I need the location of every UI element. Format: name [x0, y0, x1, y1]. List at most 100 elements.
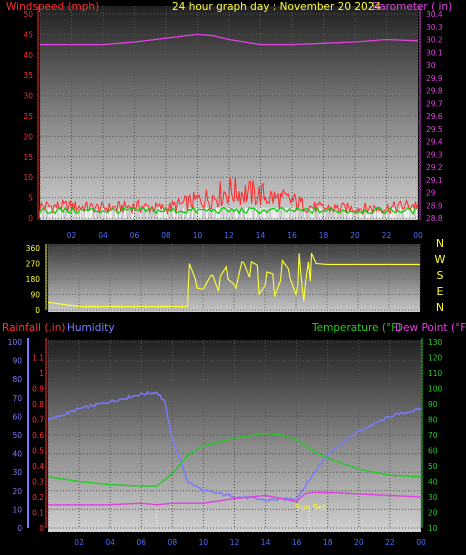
climate-x-tick: 10: [199, 538, 209, 547]
temperature-y-tick: 70: [428, 431, 438, 440]
weather-graph: Windspeed (mph) 24 hour graph day : Nove…: [2, 1, 466, 547]
rainfall-y-tick: 0.7: [32, 416, 44, 425]
compass-label: E: [437, 285, 444, 298]
wind-x-tick: 22: [382, 231, 392, 240]
wind-y-tick: 45: [23, 30, 33, 39]
wind-x-tick: 06: [130, 231, 140, 240]
barometer-y-tick: 29.2: [426, 163, 443, 172]
wind-y-tick: 35: [23, 71, 33, 80]
wind-y-tick: 25: [23, 112, 33, 121]
wind-y-tick: 10: [23, 173, 33, 182]
wind-x-tick: 08: [161, 231, 171, 240]
wind-x-tick: 14: [256, 231, 266, 240]
barometer-y-tick: 30.4: [426, 10, 443, 19]
temperature-y-tick: 100: [428, 385, 443, 394]
barometer-y-tick: 29.5: [426, 125, 443, 134]
wind-x-tick: 12: [224, 231, 234, 240]
humidity-y-tick: 0: [17, 524, 22, 533]
barometer-y-tick: 29.1: [426, 176, 443, 185]
wind-x-tick: 20: [350, 231, 360, 240]
compass-label: N: [436, 301, 444, 314]
rainfall-y-tick: 0.1: [32, 509, 44, 518]
humidity-y-tick: 90: [12, 357, 22, 366]
temperature-y-tick: 60: [428, 447, 438, 456]
humidity-y-tick: 80: [12, 375, 22, 384]
temperature-label: Temperature (°F): [311, 322, 401, 334]
temperature-y-tick: 50: [428, 462, 438, 471]
rainfall-y-tick: 1.1: [32, 354, 44, 363]
temperature-y-tick: 20: [428, 509, 438, 518]
compass-label: S: [437, 269, 444, 282]
barometer-y-tick: 29.7: [426, 99, 443, 108]
humidity-y-tick: 60: [12, 412, 22, 421]
direction-y-tick: 180: [26, 275, 41, 284]
compass-label: W: [435, 253, 446, 266]
temperature-y-tick: 110: [428, 369, 443, 378]
rainfall-y-tick: 0.2: [32, 493, 44, 502]
wind-x-tick: 04: [98, 231, 108, 240]
barometer-y-tick: 30.2: [426, 36, 443, 45]
barometer-y-tick: 29.3: [426, 150, 443, 159]
barometer-y-tick: 28.8: [426, 214, 443, 223]
humidity-y-tick: 20: [12, 487, 22, 496]
barometer-y-tick: 29.4: [426, 138, 443, 147]
barometer-y-tick: 29.9: [426, 74, 443, 83]
climate-x-tick: 14: [261, 538, 271, 547]
sunset-annotation: Sun Set: [295, 503, 326, 512]
wind-y-tick: 50: [23, 10, 33, 19]
dewpoint-label: Dew Point (°F): [395, 322, 466, 334]
climate-x-tick: 18: [323, 538, 333, 547]
humidity-label: Humidity: [67, 322, 115, 334]
rainfall-y-tick: 0.9: [32, 385, 44, 394]
climate-x-tick: 16: [292, 538, 302, 547]
wind-y-tick: 5: [28, 194, 33, 203]
barometer-y-tick: 30.3: [426, 23, 443, 32]
rainfall-y-tick: 1: [39, 369, 44, 378]
wind-x-tick: 00: [413, 231, 423, 240]
barometer-y-tick: 29.8: [426, 87, 443, 96]
wind-x-tick: 02: [67, 231, 77, 240]
climate-x-tick: 08: [168, 538, 178, 547]
temperature-y-tick: 80: [428, 416, 438, 425]
climate-x-tick: 20: [354, 538, 364, 547]
direction-y-tick: 270: [26, 260, 41, 269]
humidity-y-tick: 40: [12, 450, 22, 459]
climate-x-tick: 02: [74, 538, 84, 547]
temperature-y-tick: 120: [428, 354, 443, 363]
wind-y-tick: 40: [23, 51, 33, 60]
climate-x-tick: 04: [105, 538, 115, 547]
barometer-y-tick: 29: [426, 189, 436, 198]
rainfall-y-tick: 0.5: [32, 447, 44, 456]
humidity-y-tick: 50: [12, 431, 22, 440]
temperature-y-tick: 40: [428, 478, 438, 487]
wind-y-tick: 30: [23, 92, 33, 101]
barometer-y-tick: 29.6: [426, 112, 443, 121]
rainfall-y-tick: 0.8: [32, 400, 44, 409]
wind-y-tick: 0: [28, 214, 33, 223]
barometer-y-tick: 28.9: [426, 201, 443, 210]
rainfall-y-tick: 0: [39, 524, 44, 533]
barometer-y-tick: 30: [426, 61, 436, 70]
wind-x-tick: 16: [287, 231, 297, 240]
humidity-y-tick: 10: [12, 505, 22, 514]
temperature-y-tick: 30: [428, 493, 438, 502]
wind-x-tick: 18: [319, 231, 329, 240]
wind-plot-area: [40, 6, 418, 220]
climate-x-tick: 06: [136, 538, 146, 547]
wind-x-tick: 10: [193, 231, 203, 240]
humidity-y-tick: 70: [12, 394, 22, 403]
humidity-y-tick: 100: [8, 338, 23, 347]
humidity-y-tick: 30: [12, 468, 22, 477]
barometer-y-tick: 30.1: [426, 48, 443, 57]
temperature-y-tick: 10: [428, 524, 438, 533]
direction-y-tick: 360: [26, 244, 41, 253]
compass-label: N: [436, 237, 444, 250]
direction-y-tick: 90: [30, 291, 40, 300]
rainfall-y-tick: 0.3: [32, 478, 44, 487]
direction-y-tick: 0: [35, 306, 40, 315]
rainfall-y-tick: 0.6: [32, 431, 44, 440]
temperature-y-tick: 90: [428, 400, 438, 409]
climate-x-tick: 12: [230, 538, 240, 547]
rainfall-label: Rainfall (.in): [2, 322, 65, 334]
windspeed-label: Windspeed (mph): [6, 1, 99, 13]
